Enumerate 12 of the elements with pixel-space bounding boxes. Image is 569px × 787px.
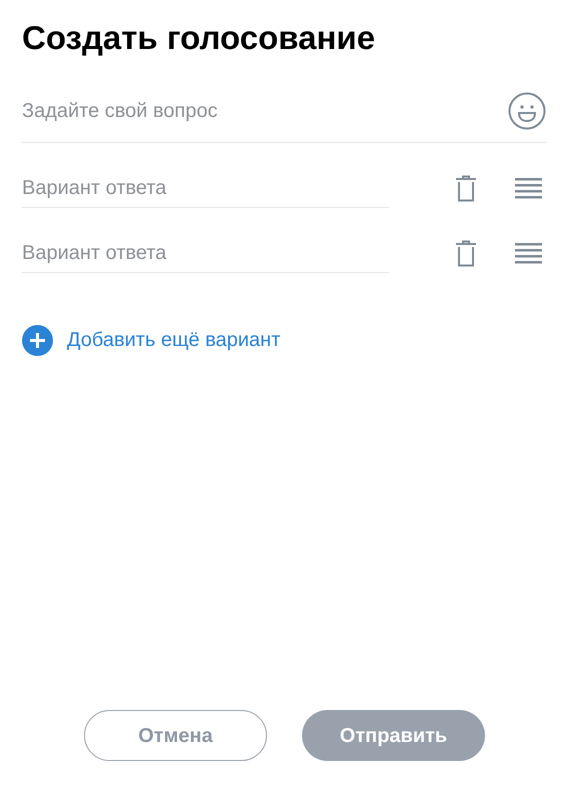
trash-icon[interactable] — [455, 174, 477, 202]
trash-icon[interactable] — [455, 240, 477, 267]
drag-handle-icon[interactable] — [515, 178, 542, 199]
answer-field[interactable]: Вариант ответа — [22, 168, 389, 208]
answer-field[interactable]: Вариант ответа — [22, 234, 389, 273]
cancel-button[interactable]: Отмена — [84, 710, 267, 761]
plus-icon — [22, 324, 53, 356]
dialog-title: Создать голосование — [22, 18, 376, 58]
smiley-icon[interactable] — [508, 92, 546, 130]
drag-handle-icon[interactable] — [515, 242, 542, 264]
question-field[interactable]: Задайте свой вопрос — [22, 92, 508, 130]
add-option-button[interactable]: Добавить ещё вариант — [22, 324, 280, 356]
